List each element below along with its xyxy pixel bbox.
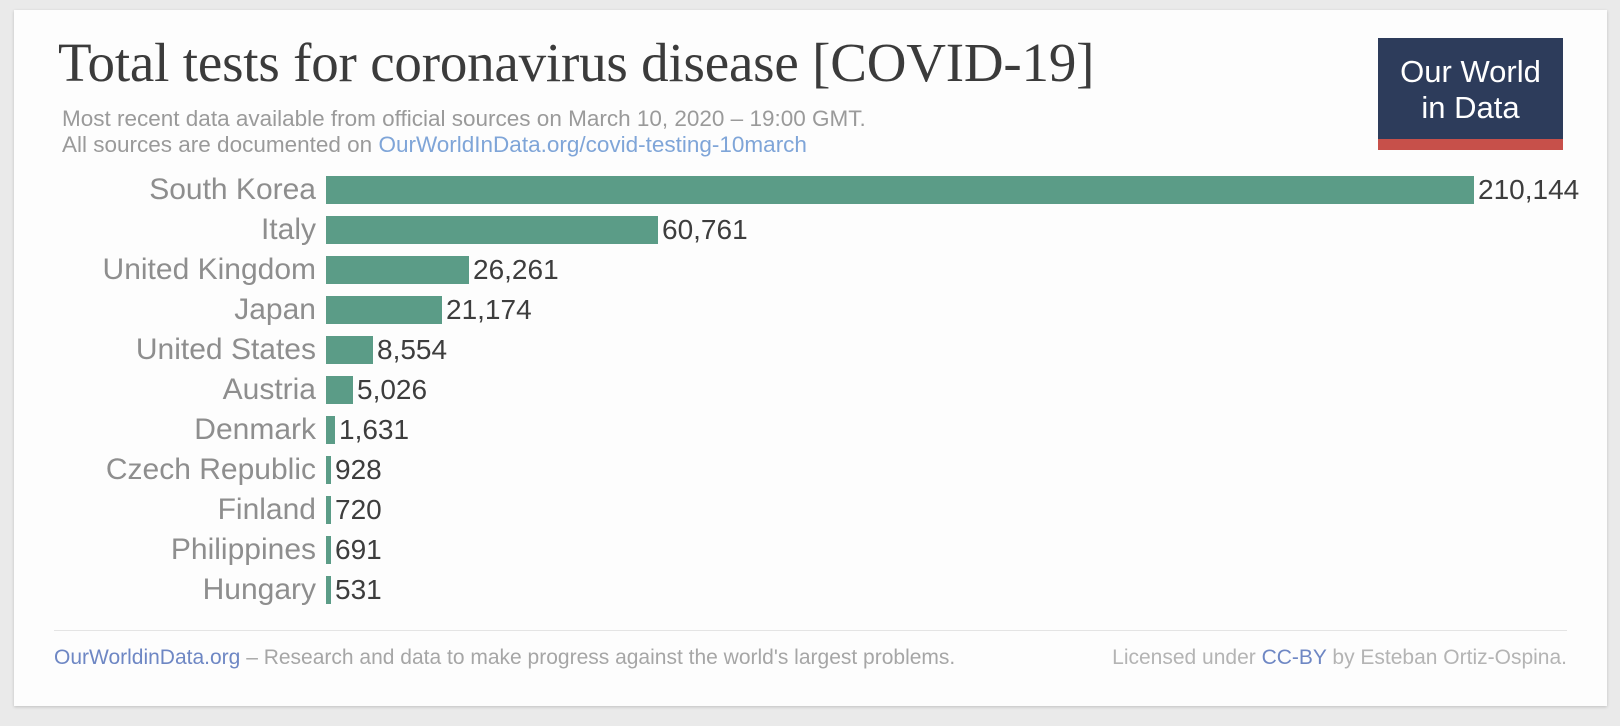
bar-category-label: United Kingdom [102,253,316,286]
bar[interactable] [326,416,335,444]
owid-site-link[interactable]: OurWorldinData.org [54,646,240,669]
bar-area: 60,761 [326,216,1607,244]
bar-category-label: Austria [222,373,316,406]
bar-category-label: South Korea [149,173,316,206]
bar-category-label: Finland [217,493,316,526]
bar-row: Austria 5,026 [14,370,1607,410]
bar-area: 720 [326,496,1607,524]
bar-category-label: Philippines [170,533,316,566]
bar-area: 8,554 [326,336,1607,364]
bar[interactable] [326,496,331,524]
bar[interactable] [326,336,373,364]
bar-row: Japan 21,174 [14,290,1607,330]
subtitle-line-1: Most recent data available from official… [62,106,866,131]
bar-value-label: 691 [335,534,382,565]
bar-row: United Kingdom 26,261 [14,250,1607,290]
bar-value-label: 210,144 [1478,174,1580,205]
bar-row: Denmark 1,631 [14,410,1607,450]
bar-category-label: Denmark [194,413,316,446]
bar[interactable] [326,536,331,564]
license-suffix: by Esteban Ortiz-Ospina. [1326,646,1567,669]
bar-value-label: 21,174 [446,294,532,325]
bar[interactable] [326,456,331,484]
bar[interactable] [326,576,331,604]
chart-card: Total tests for coronavirus disease [COV… [14,10,1607,706]
bar-chart: South Korea 210,144 Italy 60,761 United King… [14,170,1607,620]
bar-area: 1,631 [326,416,1607,444]
owid-logo-line-2: in Data [1421,89,1520,125]
subtitle-line-2: All sources are documented on OurWorldIn… [62,132,866,158]
source-link[interactable]: OurWorldInData.org/covid-testing-10march [378,132,807,157]
bar-row: Italy 60,761 [14,210,1607,250]
owid-logo[interactable]: Our World in Data [1378,38,1563,150]
bar-category-label: United States [135,333,316,366]
bar-area: 21,174 [326,296,1607,324]
bar-value-label: 1,631 [339,414,410,445]
bar-value-label: 720 [335,494,382,525]
bar[interactable] [326,176,1474,204]
subtitle-prefix: All sources are documented on [62,132,379,157]
bar-row: Finland 720 [14,490,1607,530]
page-title: Total tests for coronavirus disease [COV… [58,32,1095,93]
bar-area: 5,026 [326,376,1607,404]
chart-footer: OurWorldinData.org – Research and data t… [54,638,1567,678]
footer-right: Licensed under CC-BY by Esteban Ortiz-Os… [1112,646,1567,670]
bar-category-label: Hungary [202,573,316,606]
bar-row: South Korea 210,144 [14,170,1607,210]
screenshot-root: Total tests for coronavirus disease [COV… [0,0,1620,726]
footer-tagline-text: – Research and data to make progress aga… [246,646,956,669]
bar-value-label: 8,554 [377,334,448,365]
bar-area: 531 [326,576,1607,604]
bar-row: Philippines 691 [14,530,1607,570]
bar[interactable] [326,216,658,244]
footer-divider [54,630,1567,631]
chart-header: Total tests for coronavirus disease [COV… [14,10,1607,160]
bar-value-label: 928 [335,454,382,485]
bar[interactable] [326,256,469,284]
bar-category-label: Czech Republic [105,453,316,486]
bar-category-label: Japan [234,293,316,326]
cc-by-link[interactable]: CC-BY [1262,646,1327,669]
bar-value-label: 60,761 [662,214,748,245]
bar-area: 691 [326,536,1607,564]
bar-value-label: 5,026 [357,374,428,405]
owid-logo-line-1: Our World [1400,53,1541,89]
footer-left: OurWorldinData.org – Research and data t… [54,646,955,670]
bar-value-label: 531 [335,574,382,605]
owid-logo-rule [1378,139,1563,150]
bar-area: 210,144 [326,176,1607,204]
bar-row: Hungary 531 [14,570,1607,610]
chart-subtitle: Most recent data available from official… [62,106,866,158]
license-prefix: Licensed under [1112,646,1262,669]
bar-row: Czech Republic 928 [14,450,1607,490]
bar[interactable] [326,296,442,324]
owid-logo-box: Our World in Data [1378,38,1563,139]
bar-row: United States 8,554 [14,330,1607,370]
bar-area: 928 [326,456,1607,484]
bar-category-label: Italy [260,213,316,246]
bar[interactable] [326,376,353,404]
bar-value-label: 26,261 [473,254,559,285]
bar-area: 26,261 [326,256,1607,284]
